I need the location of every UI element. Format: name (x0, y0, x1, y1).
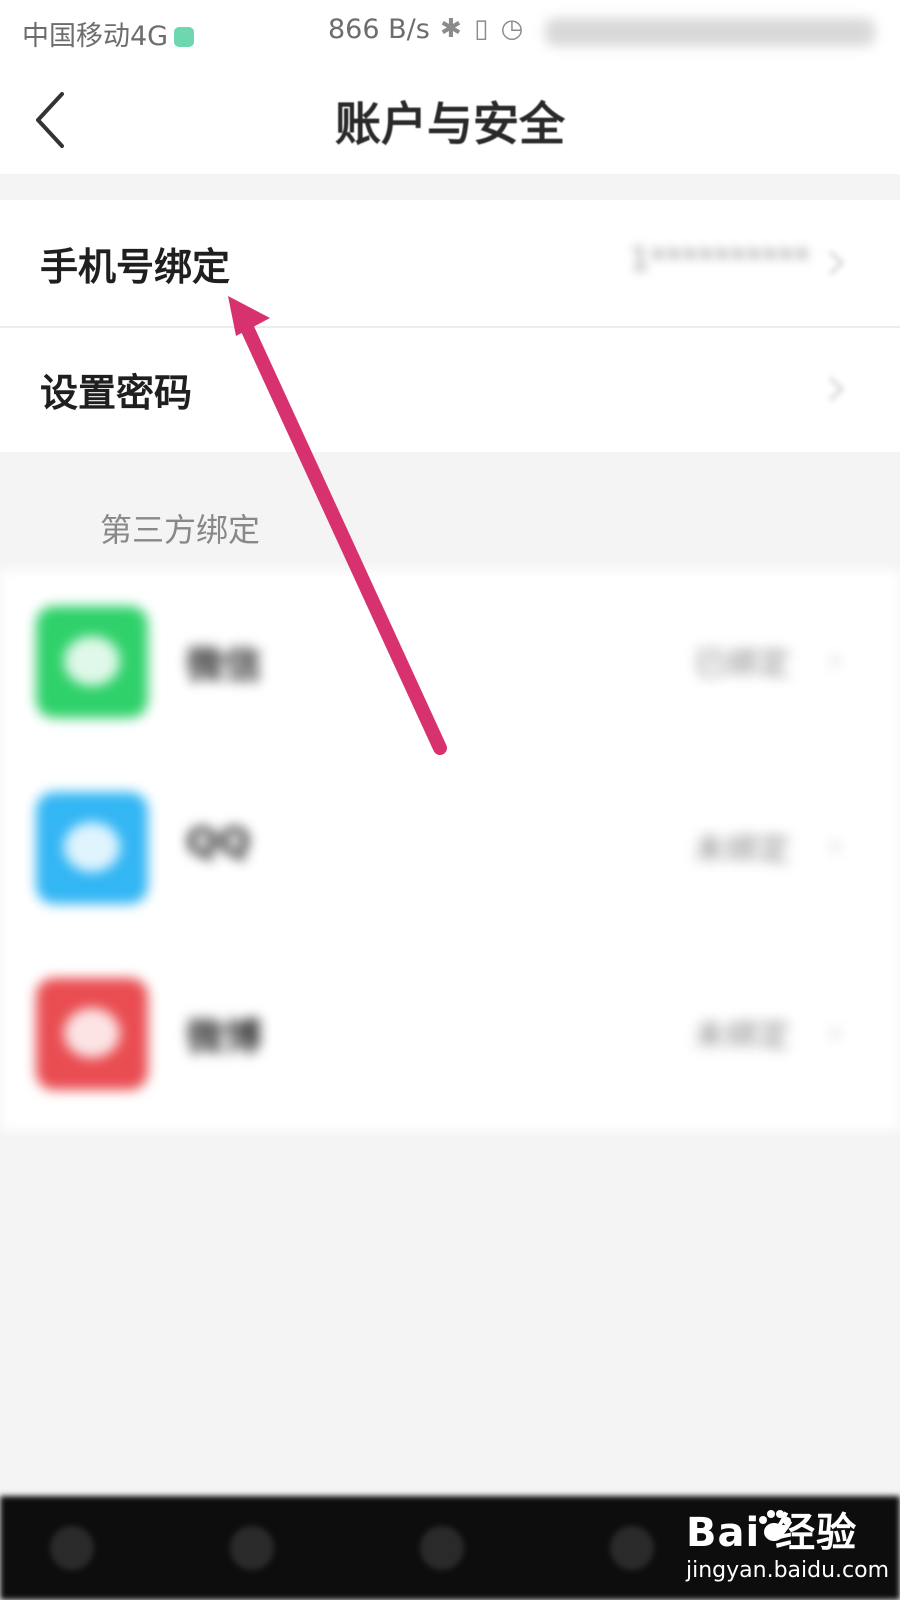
alarm-icon: ◷ (500, 14, 526, 44)
qq-row[interactable]: QQ 未绑定 › (0, 756, 900, 942)
shield-icon (174, 27, 195, 47)
watermark-url: jingyan.baidu.com (686, 1558, 890, 1583)
back-key[interactable] (230, 1526, 274, 1570)
baidu-jingyan-watermark: Bai 经验 jingyan.baidu.com (686, 1500, 890, 1596)
chevron-right-icon: › (828, 640, 842, 680)
menu-key[interactable] (50, 1526, 94, 1570)
wechat-row[interactable]: 微信 已绑定 › (0, 570, 900, 756)
set-password-row[interactable]: 设置密码 (0, 326, 900, 452)
wechat-name: 微信 (186, 643, 263, 687)
bluetooth-icon: ✱ (440, 14, 464, 44)
recents-key[interactable] (610, 1526, 654, 1570)
weibo-icon (36, 978, 148, 1090)
wechat-icon (36, 606, 148, 718)
carrier-text: 中国移动4G (22, 21, 169, 52)
chevron-right-icon: › (828, 826, 842, 866)
qq-icon (36, 792, 148, 904)
nav-bar: 账户与安全 (0, 64, 900, 174)
chevron-right-icon: › (828, 1012, 842, 1052)
weibo-row[interactable]: 微博 未绑定 › (0, 942, 900, 1128)
qq-name: QQ (186, 820, 251, 864)
home-key[interactable] (420, 1526, 464, 1570)
third-party-section: 微信 已绑定 › QQ 未绑定 › 微博 未绑定 › (0, 570, 900, 1130)
qq-status: 未绑定 (693, 830, 790, 868)
network-speed: 866 B/s (328, 14, 430, 45)
page-title: 账户与安全 (0, 88, 900, 154)
status-icons-blurred (545, 18, 875, 46)
status-bar: 中国移动4G 866 B/s ✱ ▯ ◷ (0, 0, 900, 64)
phone-binding-row[interactable]: 手机号绑定 1********** (0, 200, 900, 328)
wechat-status: 已绑定 (693, 644, 790, 682)
weibo-name: 微博 (186, 1015, 263, 1059)
weibo-status: 未绑定 (693, 1016, 790, 1054)
paw-icon (759, 1510, 791, 1541)
third-party-section-header: 第三方绑定 (100, 511, 261, 549)
carrier-label: 中国移动4G (22, 14, 195, 53)
account-settings-section: 手机号绑定 1********** 设置密码 (0, 200, 900, 452)
chevron-right-icon (828, 250, 845, 276)
phone-binding-label: 手机号绑定 (40, 245, 231, 289)
phone-number-value: 1********** (629, 240, 810, 278)
vibrate-icon: ▯ (474, 14, 491, 44)
status-icons: ✱ ▯ ◷ (440, 14, 525, 44)
chevron-right-icon (828, 376, 845, 402)
page-title-text: 账户与安全 (335, 97, 565, 151)
set-password-label: 设置密码 (40, 371, 193, 415)
